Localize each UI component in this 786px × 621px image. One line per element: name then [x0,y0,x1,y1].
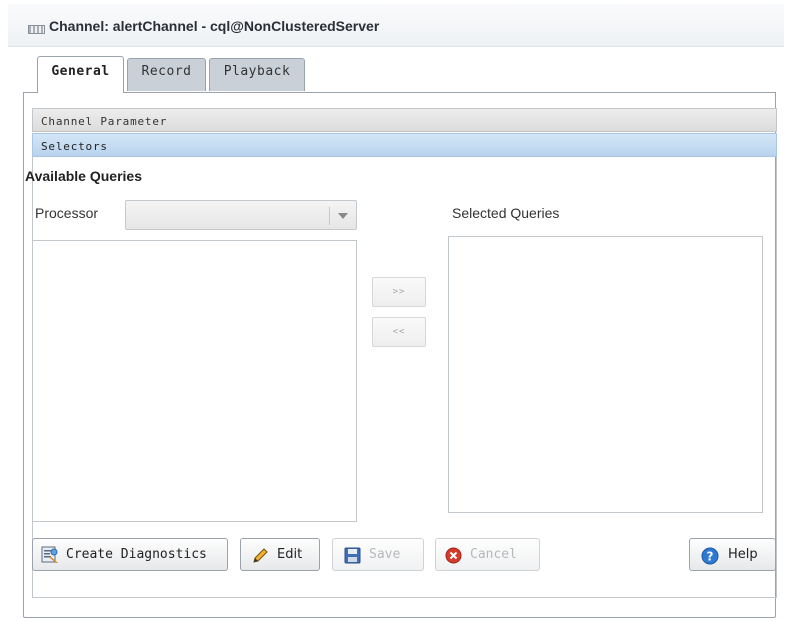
help-button[interactable]: ? Help [689,538,776,571]
help-icon: ? [701,547,719,565]
selected-queries-label: Selected Queries [452,205,560,221]
available-queries-list[interactable] [32,240,357,522]
window-titlebar: Channel: alertChannel - cql@NonClustered… [8,4,784,47]
channel-parameter-header[interactable]: Channel Parameter [32,108,777,132]
create-diagnostics-button[interactable]: Create Diagnostics [32,538,228,571]
channel-parameter-label: Channel Parameter [41,115,168,128]
svg-text:?: ? [707,550,714,564]
add-query-button[interactable]: >> [372,277,426,307]
selected-queries-list[interactable] [448,236,763,513]
available-queries-title: Available Queries [25,168,142,184]
tab-general-label: General [51,64,110,79]
tab-playback-label: Playback [223,64,291,79]
remove-query-button[interactable]: << [372,317,426,347]
window-title: Channel: alertChannel - cql@NonClustered… [49,18,380,34]
tab-playback[interactable]: Playback [209,58,305,91]
add-query-label: >> [392,287,406,297]
channel-icon [28,25,45,34]
cancel-icon [445,547,462,564]
select-divider [329,207,330,225]
diagnostics-icon [41,546,58,563]
remove-query-label: << [392,327,406,337]
processor-label: Processor [35,205,99,221]
pencil-icon [253,548,268,563]
selectors-label: Selectors [41,140,108,153]
save-button[interactable]: Save [332,538,424,571]
tab-general[interactable]: General [37,56,124,93]
save-icon [344,547,361,564]
create-diagnostics-label: Create Diagnostics [66,547,207,562]
cancel-button[interactable]: Cancel [435,538,540,571]
edit-label: Edit [277,547,303,562]
chevron-down-icon [338,213,348,219]
processor-select[interactable] [125,200,357,230]
selectors-header[interactable]: Selectors [32,133,777,157]
save-label: Save [369,547,401,562]
tab-record-label: Record [141,64,192,79]
edit-button[interactable]: Edit [240,538,320,571]
tab-record[interactable]: Record [127,58,206,91]
cancel-label: Cancel [470,547,517,562]
help-label: Help [728,547,758,562]
